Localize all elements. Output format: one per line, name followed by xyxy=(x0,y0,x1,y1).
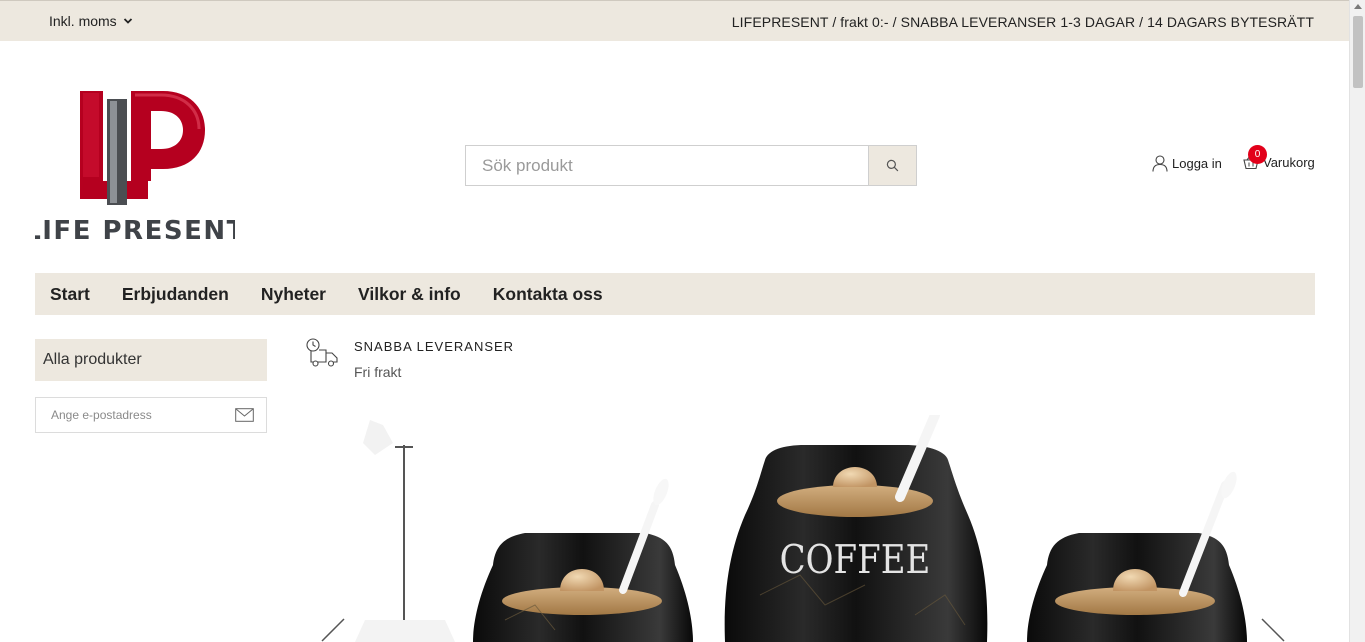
main-nav: Start Erbjudanden Nyheter Vilkor & info … xyxy=(35,273,1315,315)
all-products-button[interactable]: Alla produkter xyxy=(35,339,267,381)
search-input[interactable] xyxy=(466,146,868,185)
login-label: Logga in xyxy=(1172,156,1222,171)
scrollbar[interactable] xyxy=(1349,0,1365,642)
newsletter-form xyxy=(35,397,267,433)
usp-subtitle: Fri frakt xyxy=(354,364,402,380)
hero-image: COFFEE xyxy=(355,415,1247,642)
chevron-down-icon xyxy=(123,18,132,24)
mail-icon[interactable] xyxy=(235,408,254,422)
cart-count-badge: 0 xyxy=(1248,145,1267,164)
cart-label: Varukorg xyxy=(1263,155,1315,170)
search-icon xyxy=(886,159,899,172)
right-jar xyxy=(1027,471,1247,642)
nav-item-vilkor-info[interactable]: Vilkor & info xyxy=(358,284,461,305)
login-link[interactable]: Logga in xyxy=(1152,155,1222,172)
top-bar: Inkl. moms LIFEPRESENT / frakt 0:- / SNA… xyxy=(0,0,1349,41)
usp-title: SNABBA LEVERANSER xyxy=(354,339,515,354)
nav-item-start[interactable]: Start xyxy=(50,284,90,305)
search-bar xyxy=(465,145,917,186)
scroll-up-arrow-icon[interactable] xyxy=(1354,4,1362,9)
center-jar: COFFEE xyxy=(724,415,988,642)
hero-slider: COFFEE xyxy=(305,415,1315,642)
vat-label: Inkl. moms xyxy=(49,13,117,29)
coffee-label: COFFEE xyxy=(780,537,931,583)
site-logo[interactable]: LIFE PRESENT xyxy=(24,63,244,263)
slider-prev-arrow-icon[interactable] xyxy=(318,615,348,642)
nav-item-kontakta-oss[interactable]: Kontakta oss xyxy=(493,284,603,305)
page: Inkl. moms LIFEPRESENT / frakt 0:- / SNA… xyxy=(0,0,1365,642)
vat-selector[interactable]: Inkl. moms xyxy=(49,13,133,29)
slider-next-arrow-icon[interactable] xyxy=(1258,615,1288,642)
newsletter-email-input[interactable] xyxy=(36,408,235,422)
truck-icon xyxy=(306,338,338,367)
usp-banner-text: LIFEPRESENT / frakt 0:- / SNABBA LEVERAN… xyxy=(731,14,1314,30)
scroll-thumb[interactable] xyxy=(1353,16,1363,88)
logo-image: LIFE PRESENT xyxy=(24,63,244,263)
nav-item-nyheter[interactable]: Nyheter xyxy=(261,284,326,305)
logo-text: LIFE PRESENT xyxy=(35,216,235,246)
search-button[interactable] xyxy=(868,146,916,185)
cart-link[interactable]: Varukorg 0 xyxy=(1243,145,1315,170)
user-icon xyxy=(1152,155,1168,172)
left-jar xyxy=(473,478,693,642)
nav-item-erbjudanden[interactable]: Erbjudanden xyxy=(122,284,229,305)
